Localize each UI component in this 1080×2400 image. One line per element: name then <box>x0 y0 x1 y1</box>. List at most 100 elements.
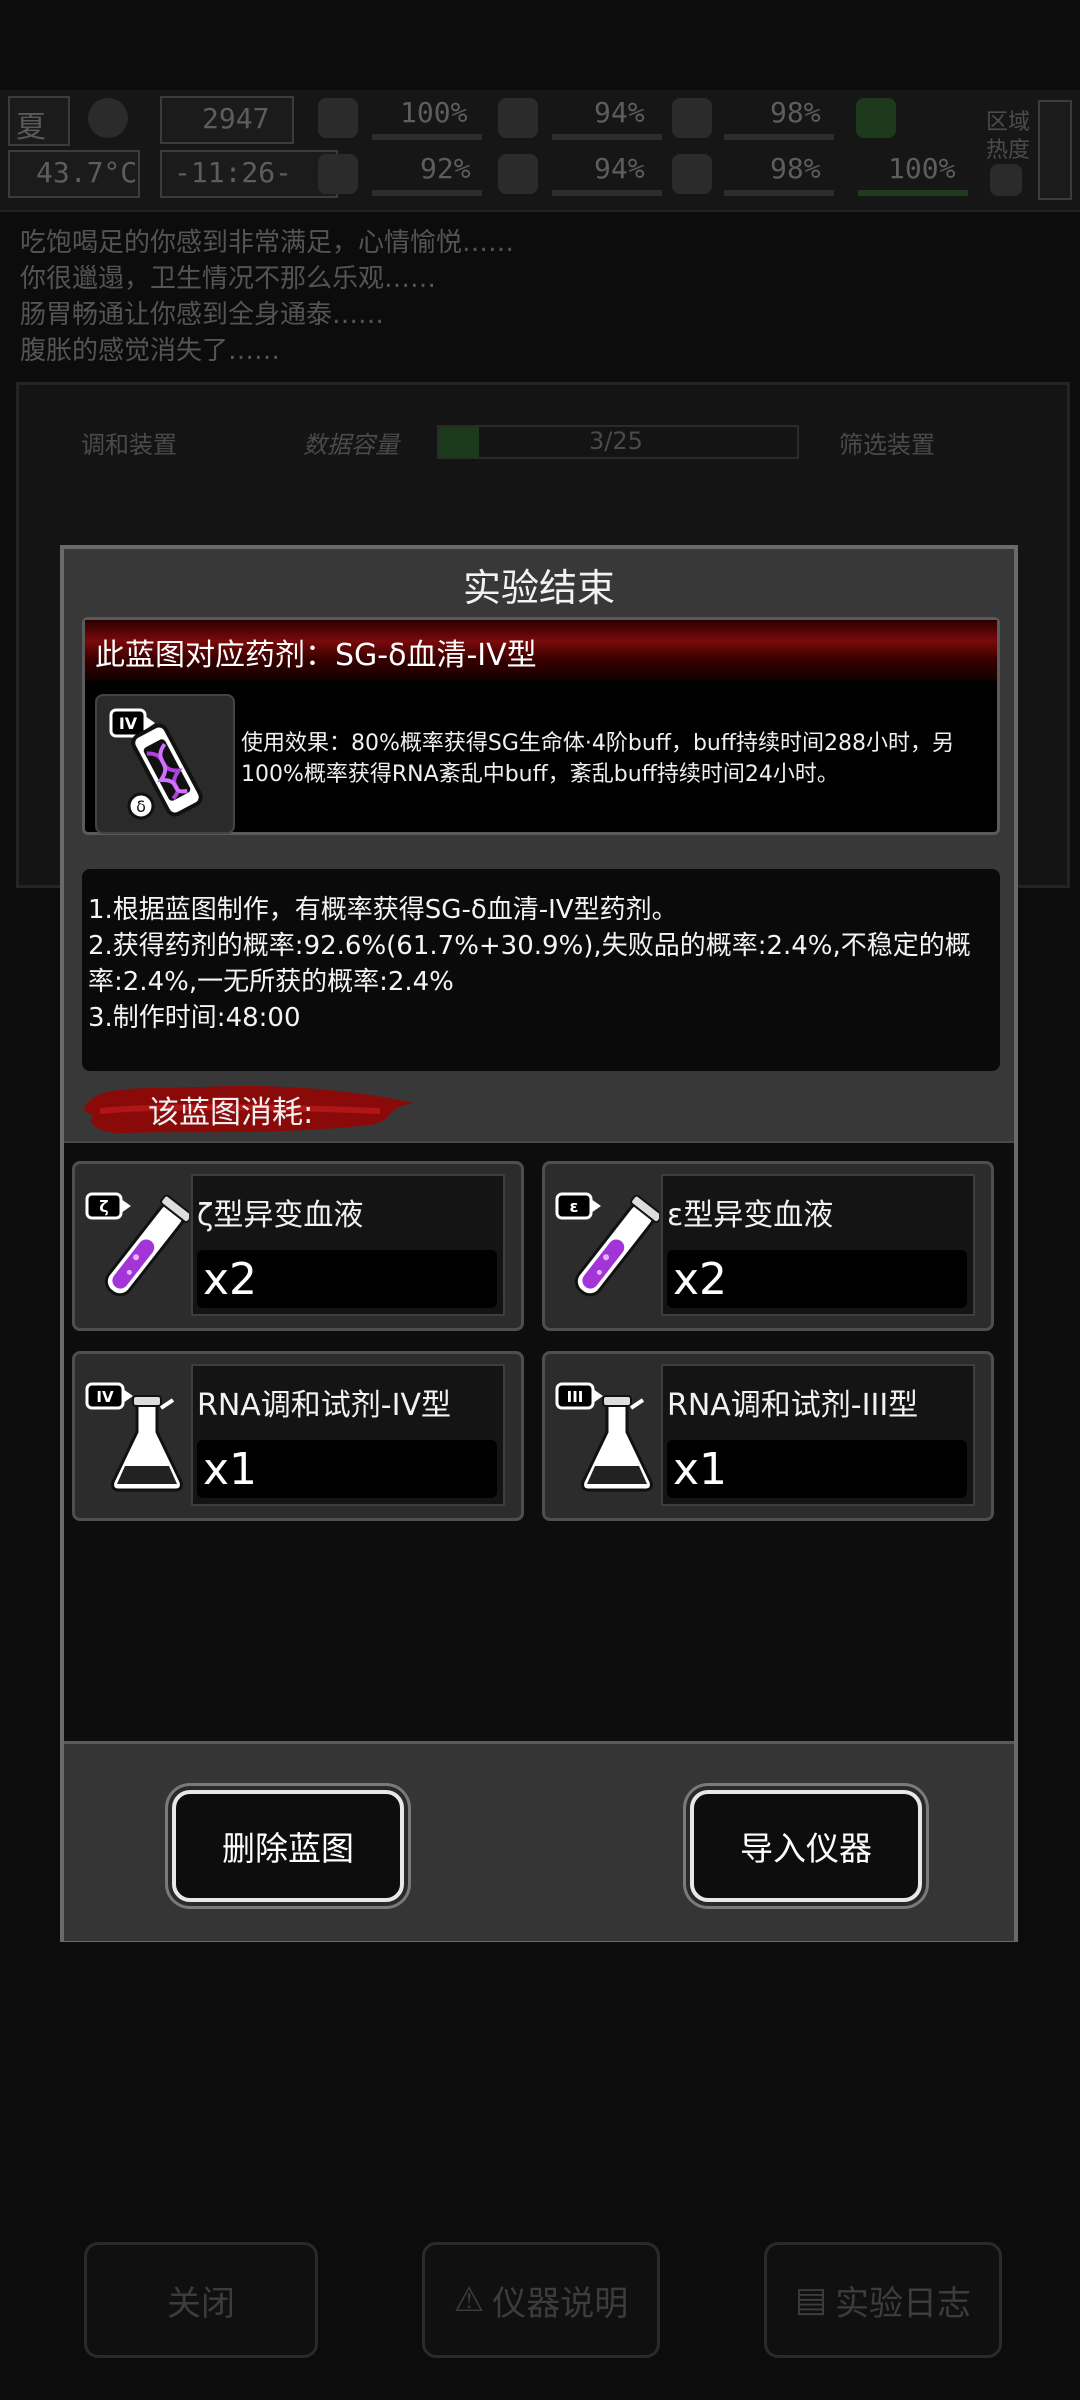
consume-label: 该蓝图消耗: <box>148 1095 314 1131</box>
stat-stamina: 100% <box>888 152 956 185</box>
instrument-info-button[interactable]: ⚠ 仪器说明 <box>422 2242 660 2358</box>
blueprint-header: 此蓝图对应药剂：SG-δ血清-IV型 <box>85 620 997 680</box>
material-qty-box: x2 <box>667 1250 967 1308</box>
flask-icon: IV <box>85 1382 183 1492</box>
data-capacity-bar: 3/25 <box>437 425 799 459</box>
blueprint-target-label: 此蓝图对应药剂：SG-δ血清-IV型 <box>95 638 537 673</box>
material-qty-box: x1 <box>667 1440 967 1498</box>
dialog-title: 实验结束 <box>462 566 615 610</box>
temperature-box: 43.7°C <box>8 150 140 198</box>
material-info: ζ型异变血液 x2 <box>191 1174 505 1316</box>
blueprint-icon-badge: IV <box>119 714 138 733</box>
zone-heat-bar <box>1038 100 1072 200</box>
season-label: 夏 <box>16 110 46 145</box>
material-qty: x2 <box>203 1254 258 1305</box>
stat-thirst: 98% <box>770 96 821 129</box>
stat-heart: 98% <box>770 152 821 185</box>
data-capacity-label: 数据容量 <box>303 431 399 459</box>
blueprint-info-box: 此蓝图对应药剂：SG-δ血清-IV型 IV δ 使用效果：80%概率获得SG生命… <box>82 617 1000 835</box>
sun-icon <box>88 98 128 138</box>
temperature-value: 43.7°C <box>36 156 138 189</box>
svg-text:IV: IV <box>96 1388 114 1406</box>
mixing-device-label: 调和装置 <box>81 431 177 459</box>
material-qty: x2 <box>673 1254 728 1305</box>
svg-text:δ: δ <box>136 797 146 816</box>
experiment-log-button[interactable]: ▤ 实验日志 <box>764 2242 1002 2358</box>
log-line: 你很邋遢，卫生情况不那么乐观…… <box>20 264 437 294</box>
flask-icon: III <box>555 1382 653 1492</box>
stat-health: 100% <box>400 96 468 129</box>
material-name: ε型异变血液 <box>667 1198 834 1233</box>
description-line: 2.获得药剂的概率:92.6%(61.7%+30.9%),失败品的概率:2.4%… <box>88 931 971 961</box>
effect-line: 使用效果：80%概率获得SG生命体·4阶buff，buff持续时间288小时，另 <box>241 731 955 756</box>
log-line: 吃饱喝足的你感到非常满足，心情愉悦…… <box>20 228 515 258</box>
day-box: 2947 <box>160 96 294 144</box>
brain-icon <box>318 154 358 194</box>
data-capacity-value: 3/25 <box>589 427 643 455</box>
status-bar: 夏 43.7°C 2947 -11:26- 100% 94% 98% 92% 9… <box>0 90 1080 212</box>
speaker-icon[interactable] <box>990 164 1022 196</box>
experiment-result-dialog: 实验结束 此蓝图对应药剂：SG-δ血清-IV型 IV δ 使用效果：80%概率获 <box>60 545 1018 1942</box>
svg-text:III: III <box>567 1388 584 1406</box>
svg-text:ζ: ζ <box>99 1197 108 1216</box>
water-drop-icon <box>498 154 538 194</box>
description-line: 3.制作时间:48:00 <box>88 1003 301 1033</box>
stat-hygiene: 94% <box>594 152 645 185</box>
material-qty: x1 <box>673 1444 728 1495</box>
stat-health-bar <box>372 134 482 140</box>
dialog-footer: 删除蓝图 导入仪器 <box>64 1741 1014 1941</box>
test-tube-icon: ε <box>555 1192 659 1297</box>
material-info: ε型异变血液 x2 <box>661 1174 975 1316</box>
import-instrument-label: 导入仪器 <box>740 1829 872 1868</box>
stomach-icon <box>498 98 538 138</box>
warning-icon: ⚠ <box>453 2280 485 2320</box>
person-icon <box>856 98 896 138</box>
materials-area: ζ ζ型异变血液 x2 ε ε型异变血液 x2 IV RNA调和试剂-IV型 x… <box>64 1141 1014 1743</box>
effect-line: 100%概率获得RNA紊乱中buff，紊乱buff持续时间24小时。 <box>241 762 839 787</box>
filter-device-label: 筛选装置 <box>839 431 935 459</box>
time-box: -11:26- <box>160 150 338 198</box>
material-qty-box: x1 <box>197 1440 497 1498</box>
serum-vial-icon: IV δ <box>95 694 235 834</box>
stat-hunger: 94% <box>594 96 645 129</box>
day-value: 2947 <box>202 102 270 135</box>
stat-mood-bar <box>372 190 482 196</box>
material-name: RNA调和试剂-IV型 <box>197 1388 452 1423</box>
description-line: 率:2.4%,一无所获的概率:2.4% <box>88 967 454 997</box>
log-line: 肠胃畅通让你感到全身通泰…… <box>20 300 385 330</box>
material-qty: x1 <box>203 1444 258 1495</box>
material-qty-box: x2 <box>197 1250 497 1308</box>
delete-blueprint-label: 删除蓝图 <box>222 1829 354 1868</box>
instrument-info-label: 仪器说明 <box>492 2283 629 2324</box>
season-box: 夏 <box>8 96 70 146</box>
document-icon: ▤ <box>794 2280 828 2320</box>
log-line: 腹胀的感觉消失了…… <box>20 336 281 366</box>
heart-icon <box>672 154 712 194</box>
material-card[interactable]: ε ε型异变血液 x2 <box>542 1161 994 1331</box>
delete-blueprint-button[interactable]: 删除蓝图 <box>172 1790 404 1902</box>
stat-hunger-bar <box>552 134 662 140</box>
blueprint-effect: 使用效果：80%概率获得SG生命体·4阶buff，buff持续时间288小时，另… <box>241 728 981 790</box>
material-card[interactable]: IV RNA调和试剂-IV型 x1 <box>72 1351 524 1521</box>
material-info: RNA调和试剂-III型 x1 <box>661 1364 975 1506</box>
close-button-label: 关闭 <box>167 2283 235 2324</box>
material-card[interactable]: ζ ζ型异变血液 x2 <box>72 1161 524 1331</box>
material-info: RNA调和试剂-IV型 x1 <box>191 1364 505 1506</box>
craft-description-box: 1.根据蓝图制作，有概率获得SG-δ血清-IV型药剂。 2.获得药剂的概率:92… <box>82 869 1000 1071</box>
stat-mood: 92% <box>420 152 471 185</box>
time-value: -11:26- <box>174 156 293 189</box>
svg-text:ε: ε <box>570 1197 579 1216</box>
material-card[interactable]: III RNA调和试剂-III型 x1 <box>542 1351 994 1521</box>
cup-icon <box>672 98 712 138</box>
close-button[interactable]: 关闭 <box>84 2242 318 2358</box>
import-instrument-button[interactable]: 导入仪器 <box>690 1790 922 1902</box>
stat-heart-bar <box>724 190 834 196</box>
stat-hygiene-bar <box>552 190 662 196</box>
stat-thirst-bar <box>724 134 834 140</box>
data-capacity-fill <box>439 427 479 457</box>
stat-stamina-bar <box>858 190 968 196</box>
material-name: ζ型异变血液 <box>197 1198 364 1233</box>
test-tube-icon: ζ <box>85 1192 189 1297</box>
description-line: 1.根据蓝图制作，有概率获得SG-δ血清-IV型药剂。 <box>88 895 678 925</box>
experiment-log-label: 实验日志 <box>835 2283 972 2324</box>
